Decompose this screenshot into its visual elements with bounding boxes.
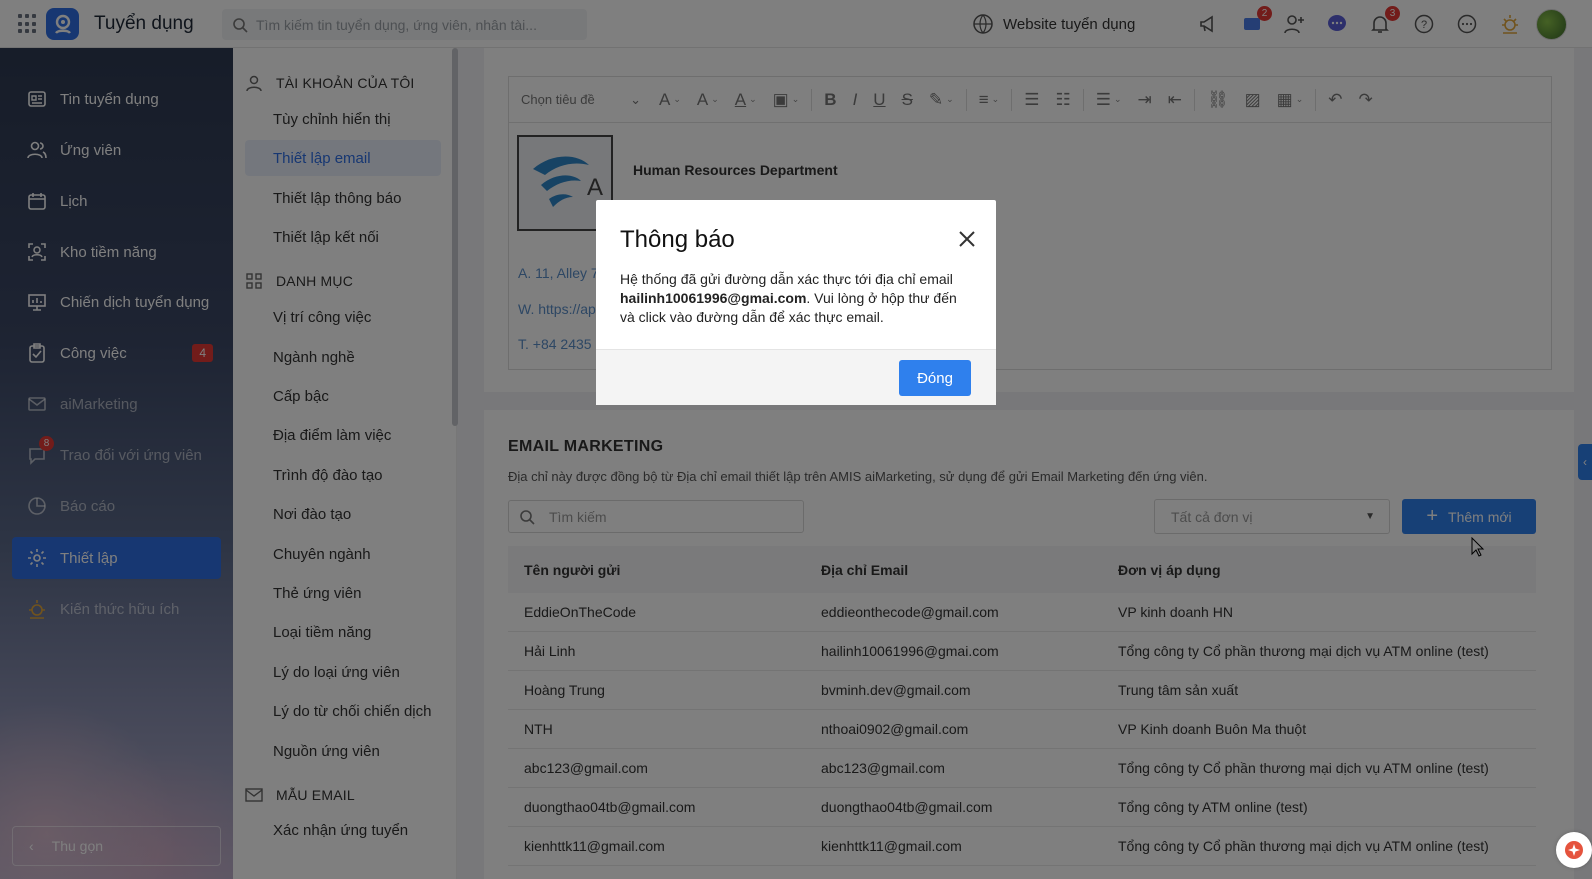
close-icon[interactable] — [958, 230, 976, 248]
notification-dialog: Thông báo Hệ thống đã gửi đường dẫn xác … — [596, 200, 996, 405]
dialog-footer: Đóng — [596, 349, 996, 405]
modal-backdrop[interactable] — [0, 0, 1592, 879]
close-button[interactable]: Đóng — [899, 360, 971, 396]
dialog-title: Thông báo — [620, 226, 735, 253]
dialog-message: Hệ thống đã gửi đường dẫn xác thực tới đ… — [620, 270, 972, 327]
dialog-email: hailinh10061996@gmai.com — [620, 290, 807, 306]
sparkle-icon — [1565, 841, 1583, 859]
assistant-fab[interactable] — [1556, 832, 1592, 868]
dialog-text: Hệ thống đã gửi đường dẫn xác thực tới đ… — [620, 271, 953, 287]
